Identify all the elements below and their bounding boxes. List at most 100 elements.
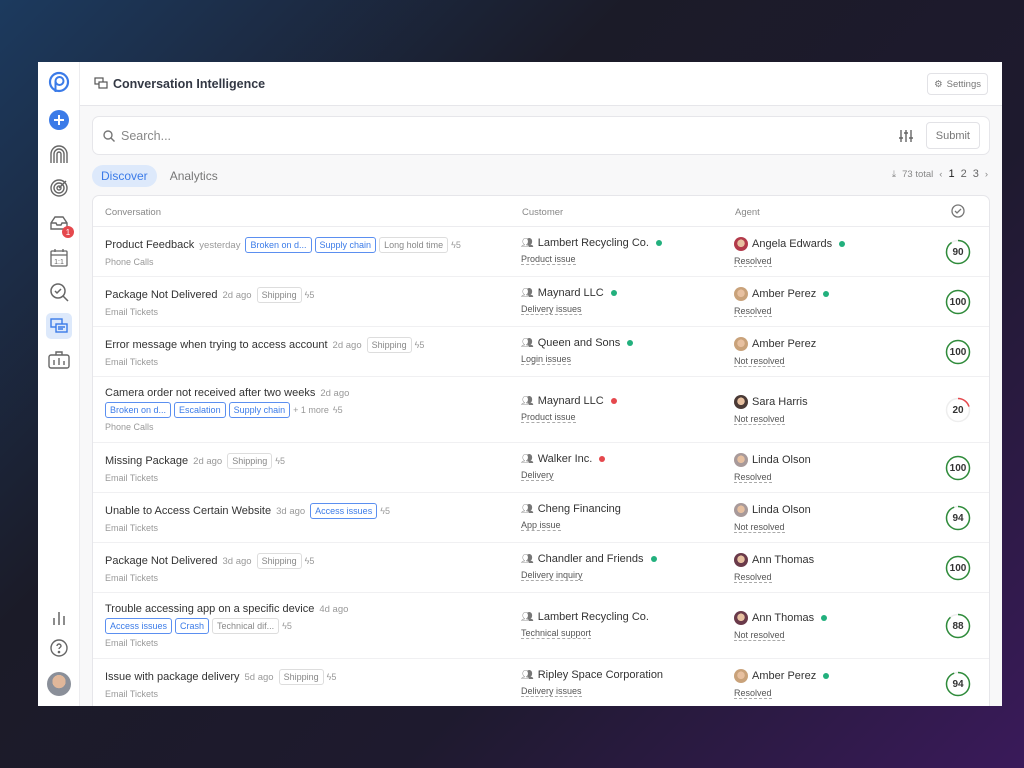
customer-name[interactable]: Cheng Financing (538, 503, 621, 515)
tag[interactable]: Access issues (310, 503, 378, 519)
conversation-title[interactable]: Missing Package (105, 455, 188, 467)
table-row[interactable]: Issue with package delivery 5d ago Shippin… (93, 659, 989, 706)
download-icon[interactable]: ⤓ (892, 169, 896, 180)
issue-category[interactable]: Product issue (521, 254, 576, 265)
conversation-title[interactable]: Unable to Access Certain Website (105, 505, 271, 517)
resolution-status[interactable]: Not resolved (734, 414, 785, 425)
page-2[interactable]: 2 (961, 168, 967, 180)
conversation-title[interactable]: Issue with package delivery (105, 671, 240, 683)
tag[interactable]: Broken on d... (105, 402, 172, 418)
agent-name[interactable]: Amber Perez (752, 670, 816, 682)
status-dot (627, 340, 634, 346)
tag[interactable]: Shipping (256, 553, 302, 569)
resolution-status[interactable]: Resolved (734, 472, 772, 483)
agent-avatar (734, 287, 748, 301)
tab-analytics[interactable]: Analytics (161, 165, 227, 187)
settings-button[interactable]: ⚙ Settings (927, 73, 988, 95)
table-row[interactable]: Product Feedback yesterday Broken on d... S… (93, 227, 989, 277)
issue-category[interactable]: App issue (521, 520, 561, 531)
issue-category[interactable]: Delivery (521, 470, 554, 481)
issue-category[interactable]: Technical support (521, 628, 592, 639)
table-row[interactable]: Error message when trying to access acco… (93, 327, 989, 377)
resolution-status[interactable]: Not resolved (734, 356, 785, 367)
tag[interactable]: Technical dif... (212, 618, 280, 634)
page-3[interactable]: 3 (973, 168, 979, 180)
sidebar-item-inbox[interactable]: 1 (46, 210, 74, 238)
tag[interactable]: Shipping (366, 337, 412, 353)
tag[interactable]: Escalation (174, 402, 226, 418)
conversation-title[interactable]: Product Feedback (105, 239, 194, 251)
tab-discover[interactable]: Discover (92, 165, 157, 187)
more-tags[interactable]: + 1 more (293, 405, 329, 415)
prev-page-button[interactable]: ‹ (939, 169, 942, 180)
resolution-status[interactable]: Resolved (734, 306, 772, 317)
tag[interactable]: Long hold time (379, 237, 449, 253)
resolution-status[interactable]: Not resolved (734, 630, 785, 641)
filter-sliders-icon[interactable] (898, 129, 914, 143)
conversation-title[interactable]: Package Not Delivered (105, 555, 218, 567)
source: Email Tickets (105, 638, 159, 648)
resolution-status[interactable]: Not resolved (734, 522, 785, 533)
resolution-status[interactable]: Resolved (734, 256, 772, 267)
table-row[interactable]: Package Not Delivered 2d ago Shipping ϟ5 Em… (93, 277, 989, 327)
agent-name[interactable]: Ann Thomas (752, 612, 814, 624)
table-row[interactable]: Camera order not received after two week… (93, 377, 989, 443)
resolution-status[interactable]: Resolved (734, 572, 772, 583)
user-avatar[interactable] (46, 671, 72, 697)
issue-category[interactable]: Login issues (521, 354, 572, 365)
table-row[interactable]: Missing Package 2d ago Shipping ϟ5 Email Ti… (93, 443, 989, 493)
conversation-title[interactable]: Camera order not received after two week… (105, 387, 315, 399)
customer-name[interactable]: Queen and Sons (538, 337, 621, 349)
agent-name[interactable]: Angela Edwards (752, 238, 832, 250)
agent-name[interactable]: Linda Olson (752, 454, 811, 466)
tag[interactable]: Crash (175, 618, 210, 634)
agent-name[interactable]: Amber Perez (752, 288, 816, 300)
customer-name[interactable]: Walker Inc. (538, 453, 593, 465)
sidebar-item-targets[interactable] (46, 175, 72, 201)
tag[interactable]: Supply chain (314, 237, 377, 253)
conversation-title[interactable]: Trouble accessing app on a specific devi… (105, 603, 314, 615)
search-input[interactable] (121, 128, 898, 143)
table-row[interactable]: Unable to Access Certain Website 3d ago Ac… (93, 493, 989, 543)
customer-name[interactable]: Chandler and Friends (538, 553, 644, 565)
customer-name[interactable]: Maynard LLC (538, 287, 604, 299)
agent-avatar (734, 395, 748, 409)
tag[interactable]: Shipping (256, 287, 302, 303)
submit-button[interactable]: Submit (925, 122, 980, 149)
customer-name[interactable]: Lambert Recycling Co. (538, 237, 649, 249)
tag[interactable]: Broken on d... (245, 237, 312, 253)
conversation-title[interactable]: Error message when trying to access acco… (105, 339, 328, 351)
issue-category[interactable]: Delivery issues (521, 686, 582, 697)
issue-category[interactable]: Delivery inquiry (521, 570, 583, 581)
table-row[interactable]: Trouble accessing app on a specific devi… (93, 593, 989, 659)
help-icon[interactable] (46, 635, 72, 661)
analytics-icon[interactable] (46, 605, 72, 631)
next-page-button[interactable]: › (985, 169, 988, 180)
customer-name[interactable]: Maynard LLC (538, 395, 604, 407)
tag[interactable]: Supply chain (228, 402, 291, 418)
conversation-title[interactable]: Package Not Delivered (105, 289, 218, 301)
issue-category[interactable]: Product issue (521, 412, 576, 423)
agent-name[interactable]: Linda Olson (752, 504, 811, 516)
sidebar-item-one-on-one[interactable]: 1:1 (46, 245, 72, 271)
sidebar-item-reports[interactable] (46, 347, 72, 373)
issue-category[interactable]: Delivery issues (521, 304, 582, 315)
customer-name[interactable]: Ripley Space Corporation (538, 669, 663, 681)
sidebar-item-search-insights[interactable] (46, 279, 72, 305)
agent-name[interactable]: Amber Perez (752, 338, 816, 350)
customer-name[interactable]: Lambert Recycling Co. (538, 611, 649, 623)
agent-name[interactable]: Ann Thomas (752, 554, 814, 566)
table-row[interactable]: Package Not Delivered 3d ago Shipping ϟ5 Em… (93, 543, 989, 593)
tag[interactable]: Shipping (227, 453, 273, 469)
rating-icon: ϟ5 (326, 672, 337, 682)
sidebar-item-home[interactable] (46, 142, 72, 168)
score-value: 90 (952, 246, 964, 258)
tag[interactable]: Shipping (278, 669, 324, 685)
tag[interactable]: Access issues (105, 618, 173, 634)
sidebar-item-conversations[interactable] (46, 313, 72, 339)
page-1[interactable]: 1 (948, 168, 954, 180)
agent-name[interactable]: Sara Harris (752, 396, 808, 408)
resolution-status[interactable]: Resolved (734, 688, 772, 699)
score-value: 100 (949, 296, 967, 308)
new-button[interactable] (46, 107, 72, 133)
